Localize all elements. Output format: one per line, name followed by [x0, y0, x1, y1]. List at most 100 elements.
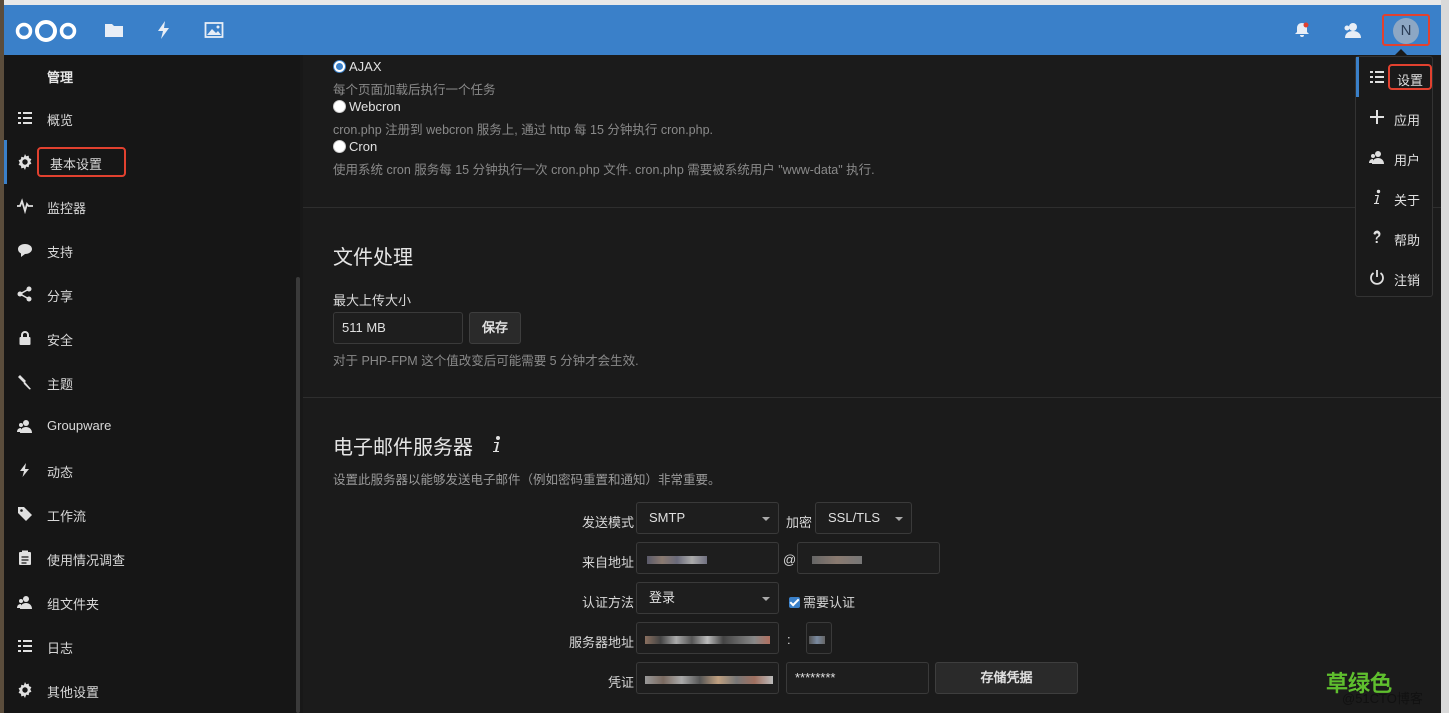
list-icon	[1370, 71, 1384, 83]
clipboard-icon	[19, 550, 31, 565]
menu-item-label: 注销	[1394, 273, 1421, 288]
sidebar-item-label: 使用情况调查	[47, 553, 126, 568]
webcron-radio[interactable]	[333, 100, 346, 113]
sidebar-scrollbar[interactable]	[296, 277, 300, 713]
save-button[interactable]: 保存	[469, 312, 521, 344]
sidebar-item-theming[interactable]: 主题	[4, 360, 300, 404]
menu-caret	[1394, 49, 1408, 56]
username-input[interactable]	[636, 662, 779, 694]
auth-method-select[interactable]: 登录	[636, 582, 779, 614]
sidebar-item-survey[interactable]: 使用情况调查	[4, 536, 300, 580]
menu-item-about[interactable]: 关于	[1356, 177, 1432, 217]
notifications-bell-icon[interactable]	[1292, 20, 1312, 40]
menu-item-logout[interactable]: 注销	[1356, 257, 1432, 297]
menu-item-apps[interactable]: 应用	[1356, 97, 1432, 137]
sidebar-item-activity[interactable]: 动态	[4, 448, 300, 492]
from-address-label: 来自地址	[582, 555, 635, 570]
users-icon	[1369, 151, 1384, 164]
email-description: 设置此服务器以能够发送电子邮件（例如密码重置和通知）非常重要。	[333, 473, 721, 487]
sidebar-item-sharing[interactable]: 分享	[4, 272, 300, 316]
sidebar-item-label: 动态	[47, 465, 74, 480]
port-input[interactable]	[806, 622, 832, 654]
list-icon	[18, 112, 32, 124]
sidebar-item-security[interactable]: 安全	[4, 316, 300, 360]
nextcloud-logo-icon[interactable]	[14, 19, 78, 43]
auth-required-checkbox[interactable]: 需要认证	[789, 592, 855, 611]
menu-item-label: 用户	[1394, 153, 1421, 168]
file-handling-title: 文件处理	[333, 247, 413, 269]
sidebar-item-label: 工作流	[47, 509, 87, 524]
plus-icon	[1370, 110, 1384, 124]
avatar[interactable]: N	[1393, 18, 1419, 44]
cron-cron-option[interactable]: Cron	[333, 139, 377, 154]
send-mode-select[interactable]: SMTP	[636, 502, 779, 534]
from-domain-input[interactable]	[797, 542, 940, 574]
redacted-text	[809, 636, 825, 644]
server-address-input[interactable]	[636, 622, 779, 654]
cron-ajax-option[interactable]: AJAX	[333, 59, 382, 74]
webcron-hint: cron.php 注册到 webcron 服务上, 通过 http 每 15 分…	[333, 123, 713, 137]
lightning-icon	[20, 463, 29, 477]
port-separator: :	[787, 632, 791, 647]
cron-radio[interactable]	[333, 140, 346, 153]
sidebar-heading: 管理	[47, 70, 74, 85]
settings-sidebar: 管理 概览 基本设置 监控器 支持 分享 安全 主题 Groupware 动态 …	[4, 55, 300, 713]
sidebar-item-monitoring[interactable]: 监控器	[4, 184, 300, 228]
user-menu: 设置 应用 用户 关于 帮助 注销	[1355, 56, 1433, 297]
menu-item-help[interactable]: 帮助	[1356, 217, 1432, 257]
activity-icon[interactable]	[154, 20, 174, 40]
auth-method-label: 认证方法	[582, 595, 635, 610]
users-icon	[17, 420, 32, 433]
sidebar-item-group-folders[interactable]: 组文件夹	[4, 580, 300, 624]
sidebar-item-label: Groupware	[47, 418, 112, 433]
files-icon[interactable]	[104, 20, 124, 40]
sidebar-item-groupware[interactable]: Groupware	[4, 404, 300, 448]
sidebar-item-support[interactable]: 支持	[4, 228, 300, 272]
brush-icon	[18, 375, 31, 390]
sidebar-item-additional-settings[interactable]: 其他设置	[4, 668, 300, 712]
menu-item-users[interactable]: 用户	[1356, 137, 1432, 177]
password-input[interactable]: ********	[786, 662, 929, 694]
from-address-input[interactable]	[636, 542, 779, 574]
menu-item-label: 关于	[1394, 193, 1421, 208]
lock-icon	[19, 331, 31, 345]
store-credentials-button[interactable]: 存储凭据	[935, 662, 1078, 694]
server-address-label: 服务器地址	[569, 635, 635, 650]
settings-highlight-box	[1388, 64, 1432, 90]
info-icon[interactable]	[491, 435, 503, 453]
sidebar-item-logging[interactable]: 日志	[4, 624, 300, 668]
send-mode-label: 发送模式	[582, 515, 635, 530]
sidebar-item-label: 安全	[47, 333, 74, 348]
max-upload-label: 最大上传大小	[333, 293, 412, 308]
chat-bubble-icon	[18, 244, 32, 257]
sidebar-item-overview[interactable]: 概览	[4, 96, 300, 140]
redacted-text	[645, 636, 770, 644]
gear-icon	[18, 682, 32, 698]
watermark-source: @51CTO博客	[1342, 691, 1423, 706]
gear-icon	[18, 154, 32, 170]
credentials-label: 凭证	[608, 675, 635, 690]
page-scrollbar[interactable]	[1441, 0, 1449, 713]
help-icon	[1373, 230, 1381, 243]
checkbox-checked-icon[interactable]	[789, 597, 800, 608]
gallery-icon[interactable]	[204, 20, 224, 40]
at-sign: @	[783, 552, 797, 567]
main-content: AJAX 每个页面加载后执行一个任务 Webcron cron.php 注册到 …	[303, 55, 1441, 713]
sidebar-item-label: 监控器	[47, 201, 87, 216]
section-divider	[303, 207, 1441, 208]
sidebar-item-workflow[interactable]: 工作流	[4, 492, 300, 536]
max-upload-input[interactable]: 511 MB	[333, 312, 463, 344]
ajax-radio[interactable]	[333, 60, 346, 73]
sidebar-item-label: 概览	[47, 113, 74, 128]
sidebar-item-label: 组文件夹	[47, 597, 100, 612]
user-avatar-highlight[interactable]: N	[1382, 14, 1430, 46]
power-icon	[1370, 270, 1384, 285]
redacted-text	[645, 676, 773, 684]
webcron-label: Webcron	[349, 99, 401, 114]
cron-webcron-option[interactable]: Webcron	[333, 99, 401, 114]
menu-item-settings[interactable]: 设置	[1356, 57, 1432, 97]
encryption-select[interactable]: SSL/TLS	[815, 502, 912, 534]
contacts-icon[interactable]	[1342, 20, 1362, 40]
ajax-label: AJAX	[349, 59, 382, 74]
log-icon	[18, 640, 32, 652]
